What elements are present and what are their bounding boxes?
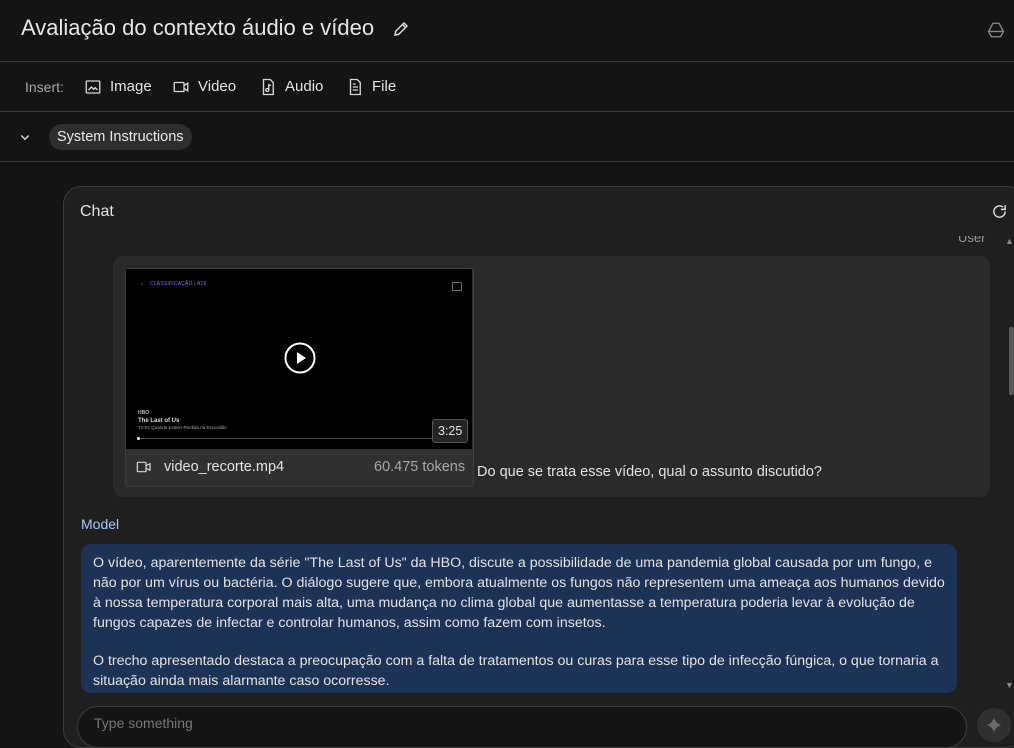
play-icon[interactable] (284, 342, 316, 374)
system-instructions-toggle[interactable]: System Instructions (49, 124, 192, 150)
system-instructions-bar: System Instructions (0, 112, 1014, 162)
video-progress-knob (137, 437, 140, 440)
refresh-icon[interactable] (991, 203, 1008, 220)
video-filename: video_recorte.mp4 (164, 459, 285, 475)
audio-file-icon (262, 78, 274, 95)
video-duration-badge: 3:25 (432, 419, 469, 443)
video-classification: CLASSIFICAÇÃO | A16 (150, 281, 207, 287)
insert-toolbar: Insert: Image Video Audio File (0, 62, 1014, 112)
user-message-text: Do que se trata esse vídeo, qual o assun… (477, 464, 822, 480)
scrollbar-thumb[interactable] (1009, 327, 1014, 395)
insert-audio-button[interactable]: Audio (259, 62, 323, 111)
video-back-icon: ‹ (141, 281, 144, 288)
drive-icon[interactable] (987, 21, 1005, 39)
video-icon (173, 81, 189, 92)
cast-icon (452, 282, 462, 291)
scroll-up-arrow[interactable]: ▲ (1005, 236, 1014, 246)
model-paragraph: O vídeo, aparentemente da série "The Las… (93, 555, 945, 631)
chevron-down-icon[interactable] (16, 128, 34, 146)
model-message-text: O vídeo, aparentemente da série "The Las… (93, 553, 949, 689)
insert-image-label: Image (110, 78, 152, 95)
video-show-title: The Last of Us (138, 418, 180, 424)
insert-video-label: Video (198, 78, 237, 95)
video-file-icon (136, 461, 151, 473)
run-button[interactable] (977, 708, 1011, 742)
image-icon (85, 79, 101, 94)
sparkle-icon (986, 717, 1002, 733)
video-episode: T1:E1 Quando Estiver Perdido na Escuridã… (138, 425, 227, 430)
scroll-down-arrow[interactable]: ▼ (1005, 680, 1014, 690)
insert-image-button[interactable]: Image (84, 62, 152, 111)
file-icon (349, 78, 361, 95)
chat-title: Chat (80, 203, 114, 220)
insert-file-label: File (372, 78, 397, 95)
video-progress-track (138, 438, 464, 439)
insert-video-button[interactable]: Video (172, 62, 236, 111)
prompt-input[interactable] (92, 714, 796, 732)
video-token-count: 60.475 tokens (374, 459, 466, 475)
model-paragraph: O trecho apresentado destaca a preocupaç… (93, 653, 939, 689)
edit-pencil-icon[interactable] (392, 20, 410, 38)
insert-audio-label: Audio (285, 78, 324, 95)
video-network: HBO (138, 410, 150, 416)
page-title: Avaliação do contexto áudio e vídeo (21, 15, 375, 40)
model-role-label: Model (81, 516, 120, 532)
insert-label: Insert: (25, 79, 64, 95)
insert-file-button[interactable]: File (346, 62, 396, 111)
